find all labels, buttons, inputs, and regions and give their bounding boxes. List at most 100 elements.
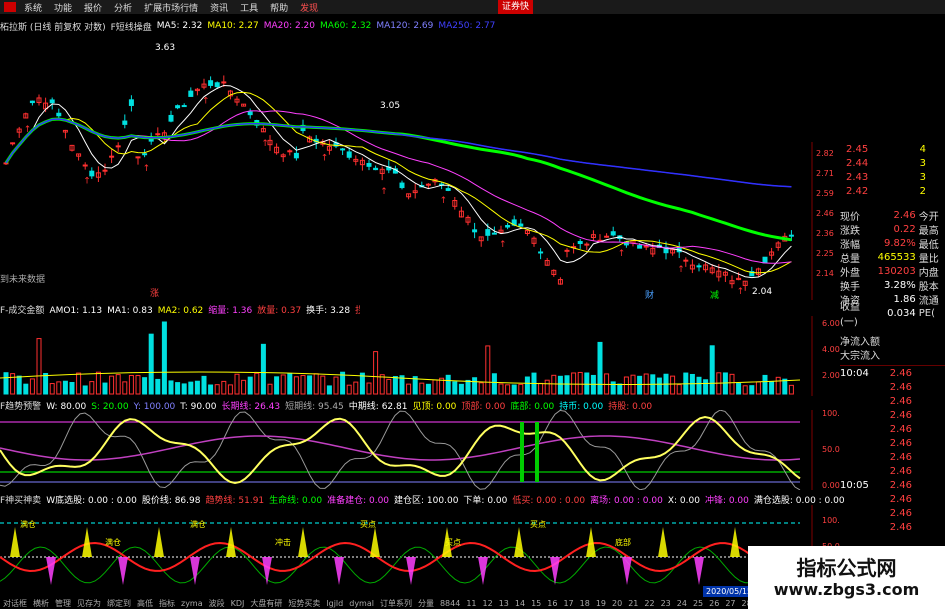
bottom-tab-6[interactable]: 指标 — [156, 598, 178, 609]
bottom-tab-7[interactable]: zyma — [178, 599, 206, 608]
buy-arrow-icon: ↑ — [677, 265, 685, 275]
bottom-tab-5[interactable]: 高低 — [134, 598, 156, 609]
bottom-tab-4[interactable]: 绑定到 — [104, 598, 134, 609]
bottom-tab-24[interactable]: 18 — [577, 599, 593, 608]
volume-bar — [478, 382, 484, 395]
candle-body — [102, 169, 108, 172]
menu-item-analysis[interactable]: 分析 — [108, 1, 138, 14]
bottom-tab-27[interactable]: 21 — [625, 599, 641, 608]
trend-axis-tick: 100.0 — [822, 410, 840, 418]
candle-body — [788, 234, 794, 237]
candle-body — [340, 148, 346, 151]
bottom-tab-13[interactable]: dymal — [346, 599, 377, 608]
price-axis-tick: 2.36 — [816, 229, 834, 238]
volume-bar — [445, 374, 451, 395]
signal-spike — [622, 557, 632, 585]
bottom-tab-28[interactable]: 22 — [641, 599, 657, 608]
bottom-tab-12[interactable]: lgjld — [323, 599, 346, 608]
buysell-value-1: 股价线: 86.98 — [141, 495, 201, 506]
quote-label: 外盘 — [840, 267, 860, 279]
volume-bar — [676, 384, 682, 395]
bottom-tab-0[interactable]: 对话框 — [0, 598, 30, 609]
volume-bar — [214, 384, 220, 395]
tick-row: 2.46 — [840, 436, 945, 450]
signal-spike — [658, 527, 668, 557]
bottom-tab-14[interactable]: 订单系列 — [377, 598, 415, 609]
tick-price: 2.46 — [889, 493, 912, 505]
buysell-axis-tick: 100.0 — [822, 516, 840, 525]
bottom-tab-23[interactable]: 17 — [560, 599, 576, 608]
volume-bar — [326, 385, 332, 395]
volume-bar — [194, 380, 200, 395]
bottom-tab-30[interactable]: 24 — [674, 599, 690, 608]
buysell-chart[interactable]: 满仓满仓满仓冲击买点买点买点底部100.050.000.00 — [0, 505, 840, 597]
menu-item-news[interactable]: 资讯 — [204, 1, 234, 14]
bottom-tab-17[interactable]: 11 — [463, 599, 479, 608]
bottom-tab-20[interactable]: 14 — [512, 599, 528, 608]
volume-bar — [538, 382, 544, 395]
bottom-tab-32[interactable]: 26 — [706, 599, 722, 608]
volume-bar — [188, 381, 194, 395]
bottom-signal-bar — [520, 422, 524, 482]
bottom-tab-25[interactable]: 19 — [593, 599, 609, 608]
flow-panel: 净流入额 大宗流入 — [840, 333, 945, 362]
bottom-tab-11[interactable]: 短势买卖 — [285, 598, 323, 609]
quote-row: 收益(一) 0.034 PE( — [840, 302, 945, 328]
high-price-label: 3.63 — [155, 43, 175, 53]
bottom-tab-16[interactable]: 8844 — [437, 599, 463, 608]
volume-bar — [227, 384, 233, 395]
tick-price: 2.46 — [889, 507, 912, 519]
candle-body — [89, 170, 95, 177]
broker-badge[interactable]: 证券快 — [497, 0, 533, 14]
signal-tag: 满仓 — [20, 519, 36, 529]
signal-spike — [226, 527, 236, 557]
bottom-tab-18[interactable]: 12 — [480, 599, 496, 608]
bottom-tab-22[interactable]: 16 — [544, 599, 560, 608]
tick-price: 2.46 — [889, 423, 912, 435]
bottom-tab-15[interactable]: 分量 — [415, 598, 437, 609]
bottom-tab-10[interactable]: 大盘有研 — [247, 598, 285, 609]
volume-bar — [148, 333, 154, 395]
bottom-tab-33[interactable]: 27 — [722, 599, 738, 608]
main-chart-legend: 柘拉斯 (日线 前复权 对数) F短线操盘 MA5: 2.32 MA10: 2.2… — [0, 20, 505, 33]
ask-volume: 3 — [919, 157, 926, 169]
bottom-tab-3[interactable]: 见存为 — [74, 598, 104, 609]
menu-item-system[interactable]: 系统 — [18, 1, 48, 14]
quote-label-2: 今开 — [918, 211, 939, 223]
menu-item-extended-market[interactable]: 扩展市场行情 — [138, 1, 204, 14]
menu-item-function[interactable]: 功能 — [48, 1, 78, 14]
candle-body — [188, 90, 194, 97]
quote-row: 外盘 130203 内盘 — [840, 264, 945, 279]
volume-bar — [313, 373, 319, 395]
signal-spike — [586, 527, 596, 557]
tick-row: 10:04 2.46 — [840, 366, 945, 380]
menu-item-help[interactable]: 帮助 — [264, 1, 294, 14]
indicator-name[interactable]: F短线操盘 — [111, 20, 152, 33]
volume-bar — [241, 379, 247, 395]
bottom-tab-1[interactable]: 横析 — [30, 598, 52, 609]
bottom-tab-29[interactable]: 23 — [658, 599, 674, 608]
signal-spike — [118, 557, 128, 585]
tick-row: 2.46 — [840, 380, 945, 394]
volume-bar — [498, 383, 504, 395]
quote-label-2: 股本 — [918, 281, 939, 293]
menu-item-discover[interactable]: 发现 — [294, 1, 324, 14]
menu-item-tools[interactable]: 工具 — [234, 1, 264, 14]
bottom-tab-2[interactable]: 管理 — [52, 598, 74, 609]
bottom-tab-21[interactable]: 15 — [528, 599, 544, 608]
trend-warning-chart[interactable]: 100.0 50.00 0.00 — [0, 410, 840, 490]
bottom-tab-8[interactable]: 波段 — [206, 598, 228, 609]
bottom-tab-26[interactable]: 20 — [609, 599, 625, 608]
menu-item-quote[interactable]: 报价 — [78, 1, 108, 14]
volume-chart[interactable]: 6.00 4.00 2.00 — [0, 316, 840, 396]
tick-row: 10:05 2.46 — [840, 478, 945, 492]
candle-body — [346, 151, 352, 158]
volume-bar — [472, 377, 478, 395]
candle-body — [29, 100, 35, 104]
bottom-tab-31[interactable]: 25 — [690, 599, 706, 608]
bottom-tab-9[interactable]: KDJ — [228, 599, 248, 608]
tick-price: 2.46 — [889, 367, 912, 379]
signal-tag: 满仓 — [105, 537, 121, 547]
volume-title: F-成交金额 — [0, 305, 45, 316]
bottom-tab-19[interactable]: 13 — [496, 599, 512, 608]
